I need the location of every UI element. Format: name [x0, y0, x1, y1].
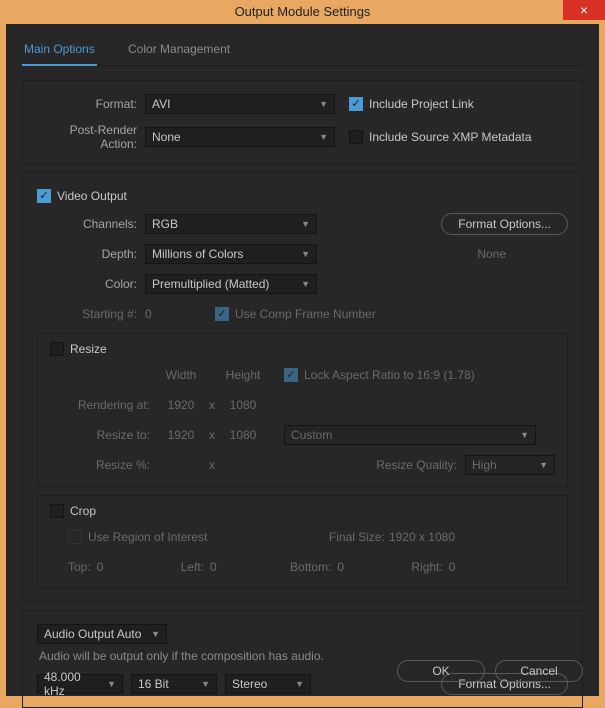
include-xmp-label: Include Source XMP Metadata	[369, 130, 532, 144]
crop-right-value: 0	[449, 560, 483, 574]
dialog-footer: OK Cancel	[397, 660, 583, 682]
lock-aspect-checkbox	[284, 368, 298, 382]
depth-label: Depth:	[37, 247, 145, 261]
include-project-link-checkbox[interactable]	[349, 97, 363, 111]
audio-panel: Audio Output Auto ▼ Audio will be output…	[22, 610, 583, 708]
resize-quality-select: High ▼	[465, 455, 555, 475]
crop-top-label: Top:	[68, 560, 91, 574]
chevron-down-icon: ▼	[295, 679, 304, 689]
resize-to-width: 1920	[158, 428, 204, 442]
use-roi-checkbox	[68, 530, 82, 544]
channels-label: Channels:	[37, 217, 145, 231]
tab-main-options[interactable]: Main Options	[22, 36, 97, 66]
rendering-width: 1920	[158, 398, 204, 412]
resize-width-header: Width	[158, 368, 204, 382]
resize-title: Resize	[70, 342, 107, 356]
video-output-checkbox[interactable]	[37, 189, 51, 203]
include-xmp-checkbox[interactable]	[349, 130, 363, 144]
resize-preset-value: Custom	[291, 428, 332, 442]
rendering-height: 1080	[220, 398, 266, 412]
chevron-down-icon: ▼	[520, 430, 529, 440]
audio-rate-select[interactable]: 48.000 kHz ▼	[37, 674, 123, 694]
video-format-options-button[interactable]: Format Options...	[441, 213, 568, 235]
format-select[interactable]: AVI ▼	[145, 94, 335, 114]
resize-quality-value: High	[472, 458, 497, 472]
format-options-status: None	[477, 247, 506, 261]
tab-color-management[interactable]: Color Management	[126, 36, 232, 64]
crop-left-value: 0	[210, 560, 244, 574]
resize-preset-select: Custom ▼	[284, 425, 536, 445]
include-project-link-label: Include Project Link	[369, 97, 474, 111]
format-label: Format:	[37, 97, 145, 111]
post-render-label: Post-Render Action:	[37, 123, 145, 151]
tabs: Main Options Color Management	[22, 36, 583, 66]
chevron-down-icon: ▼	[301, 219, 310, 229]
resize-height-header: Height	[220, 368, 266, 382]
crop-top-value: 0	[97, 560, 131, 574]
close-button[interactable]: ×	[563, 0, 605, 20]
resize-to-label: Resize to:	[50, 428, 158, 442]
dialog-window: Output Module Settings × Main Options Co…	[0, 0, 605, 703]
audio-channels-select[interactable]: Stereo ▼	[225, 674, 311, 694]
crop-section: Crop Use Region of Interest Final Size: …	[37, 495, 568, 589]
use-comp-frame-checkbox	[215, 307, 229, 321]
video-output-label: Video Output	[57, 189, 127, 203]
chevron-down-icon: ▼	[301, 279, 310, 289]
chevron-down-icon: ▼	[319, 132, 328, 142]
chevron-down-icon: ▼	[301, 249, 310, 259]
crop-title: Crop	[70, 504, 96, 518]
audio-output-mode-select[interactable]: Audio Output Auto ▼	[37, 624, 167, 644]
chevron-down-icon: ▼	[151, 629, 160, 639]
use-comp-frame-label: Use Comp Frame Number	[235, 307, 376, 321]
resize-to-height: 1080	[220, 428, 266, 442]
crop-checkbox[interactable]	[50, 504, 64, 518]
channels-select[interactable]: RGB ▼	[145, 214, 317, 234]
video-panel: Video Output Channels: RGB ▼ Format Opti…	[22, 172, 583, 602]
crop-right-label: Right:	[411, 560, 442, 574]
crop-bottom-label: Bottom:	[290, 560, 331, 574]
audio-channels-value: Stereo	[232, 677, 267, 691]
starting-number-label: Starting #:	[37, 307, 145, 321]
depth-value: Millions of Colors	[152, 247, 243, 261]
audio-output-mode-value: Audio Output Auto	[44, 627, 141, 641]
depth-select[interactable]: Millions of Colors ▼	[145, 244, 317, 264]
post-render-value: None	[152, 130, 181, 144]
rendering-at-label: Rendering at:	[50, 398, 158, 412]
crop-bottom-value: 0	[337, 560, 371, 574]
chevron-down-icon: ▼	[107, 679, 116, 689]
titlebar: Output Module Settings ×	[0, 0, 605, 24]
close-icon: ×	[580, 2, 588, 18]
lock-aspect-label: Lock Aspect Ratio to 16:9 (1.78)	[304, 368, 475, 382]
crop-left-label: Left:	[181, 560, 204, 574]
format-value: AVI	[152, 97, 170, 111]
dialog-body: Main Options Color Management Format: AV…	[6, 24, 599, 696]
window-title: Output Module Settings	[235, 4, 371, 19]
color-value: Premultiplied (Matted)	[152, 277, 269, 291]
channels-value: RGB	[152, 217, 178, 231]
resize-quality-label: Resize Quality:	[376, 458, 457, 472]
format-panel: Format: AVI ▼ Include Project Link Post-…	[22, 80, 583, 164]
audio-rate-value: 48.000 kHz	[44, 670, 101, 698]
chevron-down-icon: ▼	[201, 679, 210, 689]
cancel-button[interactable]: Cancel	[495, 660, 583, 682]
final-size-value: 1920 x 1080	[389, 530, 455, 544]
resize-checkbox[interactable]	[50, 342, 64, 356]
audio-depth-value: 16 Bit	[138, 677, 169, 691]
audio-depth-select[interactable]: 16 Bit ▼	[131, 674, 217, 694]
chevron-down-icon: ▼	[539, 460, 548, 470]
ok-button[interactable]: OK	[397, 660, 485, 682]
starting-number-value: 0	[145, 307, 179, 321]
final-size-label: Final Size:	[329, 530, 385, 544]
color-label: Color:	[37, 277, 145, 291]
use-roi-label: Use Region of Interest	[88, 530, 207, 544]
resize-pct-label: Resize %:	[50, 458, 158, 472]
color-select[interactable]: Premultiplied (Matted) ▼	[145, 274, 317, 294]
resize-section: Resize Width Height Lock Aspect Ratio to…	[37, 333, 568, 487]
post-render-select[interactable]: None ▼	[145, 127, 335, 147]
chevron-down-icon: ▼	[319, 99, 328, 109]
